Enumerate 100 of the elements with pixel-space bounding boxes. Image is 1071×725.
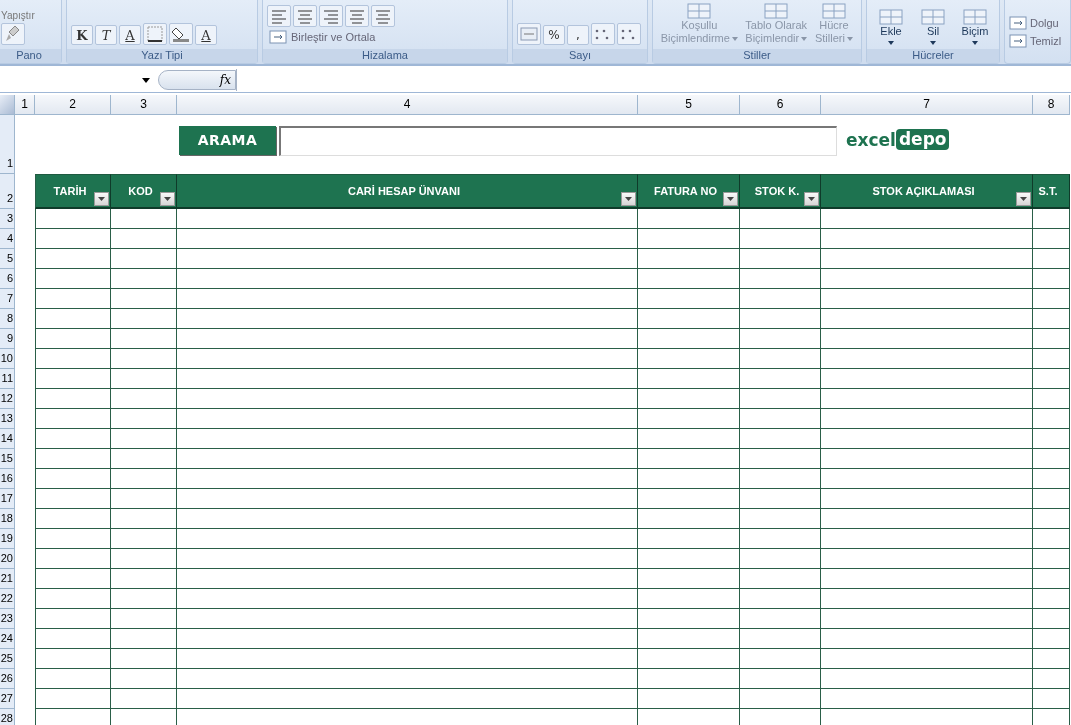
filter-button[interactable] <box>1016 192 1031 206</box>
table-cell[interactable] <box>177 449 638 469</box>
table-cell[interactable] <box>111 549 177 569</box>
table-cell[interactable] <box>1033 469 1070 489</box>
table-cell[interactable] <box>111 349 177 369</box>
table-cell[interactable] <box>1033 269 1070 289</box>
table-cell[interactable] <box>1033 449 1070 469</box>
table-cell[interactable] <box>1033 409 1070 429</box>
table-cell[interactable] <box>35 249 111 269</box>
table-cell[interactable] <box>740 289 821 309</box>
table-cell[interactable] <box>111 409 177 429</box>
column-header[interactable]: 4 <box>177 95 638 115</box>
format-button[interactable]: A <box>119 25 141 45</box>
table-cell[interactable] <box>740 649 821 669</box>
table-cell[interactable] <box>740 569 821 589</box>
table-cell[interactable] <box>35 369 111 389</box>
table-cell[interactable] <box>1033 609 1070 629</box>
table-cell[interactable] <box>35 529 111 549</box>
table-cell[interactable] <box>638 269 740 289</box>
table-cell[interactable] <box>821 289 1033 309</box>
table-cell[interactable] <box>35 349 111 369</box>
table-cell[interactable] <box>740 549 821 569</box>
table-cell[interactable] <box>35 649 111 669</box>
table-cell[interactable] <box>35 429 111 449</box>
row-header[interactable]: 25 <box>0 649 15 669</box>
brush-icon[interactable] <box>1 23 25 45</box>
table-cell[interactable] <box>177 349 638 369</box>
table-cell[interactable] <box>177 249 638 269</box>
table-cell[interactable] <box>821 449 1033 469</box>
table-cell[interactable] <box>638 469 740 489</box>
table-cell[interactable] <box>177 309 638 329</box>
table-cell[interactable] <box>177 209 638 229</box>
filter-button[interactable] <box>160 192 175 206</box>
table-cell[interactable] <box>638 589 740 609</box>
table-cell[interactable] <box>638 669 740 689</box>
border-icon[interactable] <box>143 23 167 45</box>
table-cell[interactable] <box>1033 689 1070 709</box>
table-cell[interactable] <box>1033 309 1070 329</box>
column-header[interactable]: 3 <box>111 95 177 115</box>
row-header[interactable]: 9 <box>0 329 15 349</box>
table-cell[interactable] <box>35 669 111 689</box>
table-cell[interactable] <box>638 429 740 449</box>
row-header[interactable]: 6 <box>0 269 15 289</box>
table-cell[interactable] <box>111 209 177 229</box>
table-cell[interactable] <box>1033 589 1070 609</box>
table-cell[interactable] <box>177 289 638 309</box>
ribbon-button[interactable]: Sil <box>913 9 953 45</box>
table-cell[interactable] <box>740 269 821 289</box>
ribbon-button[interactable]: Temizl <box>1009 32 1062 49</box>
table-cell[interactable] <box>111 489 177 509</box>
format-button[interactable]: A <box>195 25 217 45</box>
table-cell[interactable] <box>638 309 740 329</box>
table-cell[interactable] <box>1033 429 1070 449</box>
table-cell[interactable] <box>111 289 177 309</box>
table-cell[interactable] <box>638 369 740 389</box>
table-cell[interactable] <box>35 609 111 629</box>
table-cell[interactable] <box>740 449 821 469</box>
table-cell[interactable] <box>35 389 111 409</box>
table-cell[interactable] <box>638 209 740 229</box>
table-cell[interactable] <box>1033 509 1070 529</box>
table-cell[interactable] <box>740 629 821 649</box>
table-cell[interactable] <box>111 689 177 709</box>
paste-button[interactable]: Yapıştır <box>1 10 37 21</box>
table-cell[interactable] <box>177 429 638 449</box>
table-cell[interactable] <box>638 329 740 349</box>
table-cell[interactable] <box>177 369 638 389</box>
format-button[interactable]: K <box>71 25 93 45</box>
table-cell[interactable] <box>740 409 821 429</box>
table-cell[interactable] <box>35 309 111 329</box>
table-cell[interactable] <box>821 209 1033 229</box>
table-cell[interactable] <box>821 429 1033 449</box>
table-cell[interactable] <box>740 329 821 349</box>
row-header[interactable]: 24 <box>0 629 15 649</box>
table-cell[interactable] <box>177 329 638 349</box>
table-cell[interactable] <box>111 329 177 349</box>
row-header[interactable]: 8 <box>0 309 15 329</box>
row-header[interactable]: 23 <box>0 609 15 629</box>
table-cell[interactable] <box>35 549 111 569</box>
table-cell[interactable] <box>177 409 638 429</box>
table-cell[interactable] <box>638 509 740 529</box>
table-cell[interactable] <box>740 489 821 509</box>
row-header[interactable]: 4 <box>0 229 15 249</box>
table-cell[interactable] <box>821 349 1033 369</box>
table-cell[interactable] <box>35 489 111 509</box>
row-header[interactable]: 17 <box>0 489 15 509</box>
table-cell[interactable] <box>740 349 821 369</box>
table-cell[interactable] <box>35 269 111 289</box>
table-cell[interactable] <box>740 469 821 489</box>
filter-button[interactable] <box>94 192 109 206</box>
table-cell[interactable] <box>821 469 1033 489</box>
table-cell[interactable] <box>111 229 177 249</box>
table-cell[interactable] <box>740 689 821 709</box>
table-cell[interactable] <box>177 629 638 649</box>
table-cell[interactable] <box>821 689 1033 709</box>
table-cell[interactable] <box>111 529 177 549</box>
table-cell[interactable] <box>1033 369 1070 389</box>
table-cell[interactable] <box>1033 389 1070 409</box>
column-header[interactable]: 7 <box>821 95 1033 115</box>
table-cell[interactable] <box>638 249 740 269</box>
table-cell[interactable] <box>1033 349 1070 369</box>
